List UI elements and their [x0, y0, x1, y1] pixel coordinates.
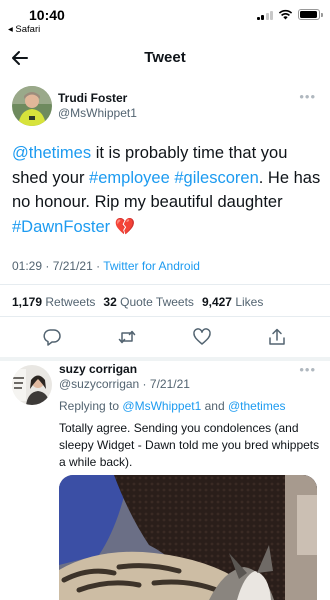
- mention-link[interactable]: @thetimes: [12, 144, 91, 162]
- wifi-icon: [278, 9, 293, 20]
- replying-to-mention[interactable]: @thetimes: [228, 399, 286, 413]
- author-name[interactable]: Trudi Foster: [58, 91, 137, 106]
- hashtag-link[interactable]: #gilescoren: [174, 169, 258, 187]
- divider: [0, 316, 330, 317]
- retweets-label: Retweets: [45, 295, 96, 309]
- tweet-author[interactable]: Trudi Foster @MsWhippet1: [58, 91, 137, 121]
- like-heart-icon[interactable]: [192, 327, 212, 347]
- quote-tweets-stat[interactable]: 32 Quote Tweets: [103, 295, 194, 309]
- tweet-text: @thetimes it is probably time that you s…: [12, 141, 322, 239]
- author-avatar[interactable]: [12, 86, 52, 126]
- signal-icon: [256, 10, 273, 20]
- tweet-actions: [0, 327, 330, 351]
- quotes-label: Quote Tweets: [120, 295, 194, 309]
- replying-to: Replying to @MsWhippet1 and @thetimes: [59, 399, 286, 413]
- hashtag-link[interactable]: #employee: [89, 169, 170, 187]
- hashtag-link[interactable]: #DawnFoster: [12, 218, 110, 236]
- status-bar: 10:40 ◂ Safari: [0, 0, 330, 35]
- likes-label: Likes: [235, 295, 264, 309]
- meta-separator: ·: [42, 259, 53, 273]
- reply-author[interactable]: suzy corrigan @suzycorrigan · 7/21/21: [59, 362, 190, 392]
- likes-count: 9,427: [201, 295, 232, 309]
- reply-author-handle: @suzycorrigan: [59, 377, 140, 391]
- battery-icon: [298, 9, 323, 20]
- back-to-safari-link[interactable]: ◂ Safari: [8, 24, 40, 35]
- reply-more-options-icon[interactable]: •••: [299, 362, 316, 377]
- engagement-stats: 1,179 Retweets 32 Quote Tweets 9,427 Lik…: [12, 295, 263, 309]
- tweet-time: 01:29: [12, 259, 43, 273]
- page-title: Tweet: [144, 49, 186, 66]
- share-icon[interactable]: [267, 327, 287, 347]
- reply-author-handle-date[interactable]: @suzycorrigan · 7/21/21: [59, 377, 190, 392]
- reply-author-name[interactable]: suzy corrigan: [59, 362, 190, 377]
- reply-date: 7/21/21: [149, 377, 190, 391]
- retweets-count: 1,179: [12, 295, 43, 309]
- likes-stat[interactable]: 9,427 Likes: [202, 295, 263, 309]
- tweet-source-link[interactable]: Twitter for Android: [103, 259, 200, 273]
- tweet-timestamp: 01:29 · 7/21/21 · Twitter for Android: [12, 259, 200, 273]
- status-icons: [256, 9, 323, 20]
- retweets-stat[interactable]: 1,179 Retweets: [12, 295, 95, 309]
- reply-icon[interactable]: [42, 327, 62, 347]
- retweet-icon[interactable]: [117, 327, 137, 347]
- more-options-icon[interactable]: •••: [299, 89, 316, 104]
- tweet-date: 7/21/21: [52, 259, 93, 273]
- author-handle[interactable]: @MsWhippet1: [58, 106, 137, 121]
- meta-separator: ·: [139, 377, 150, 391]
- reply-media-image[interactable]: [59, 475, 317, 600]
- meta-separator: ·: [92, 259, 104, 273]
- replying-and: and: [204, 399, 225, 413]
- top-nav: Tweet: [0, 40, 330, 76]
- replying-to-label: Replying to: [59, 399, 120, 413]
- divider: [0, 284, 330, 285]
- quotes-count: 32: [103, 295, 117, 309]
- status-time: 10:40: [29, 7, 65, 23]
- broken-heart-emoji: 💔: [110, 217, 136, 236]
- replying-to-mention[interactable]: @MsWhippet1: [122, 399, 201, 413]
- reply-text: Totally agree. Sending you condolences (…: [59, 421, 320, 469]
- reply-author-avatar[interactable]: [12, 365, 52, 405]
- divider: [0, 357, 330, 361]
